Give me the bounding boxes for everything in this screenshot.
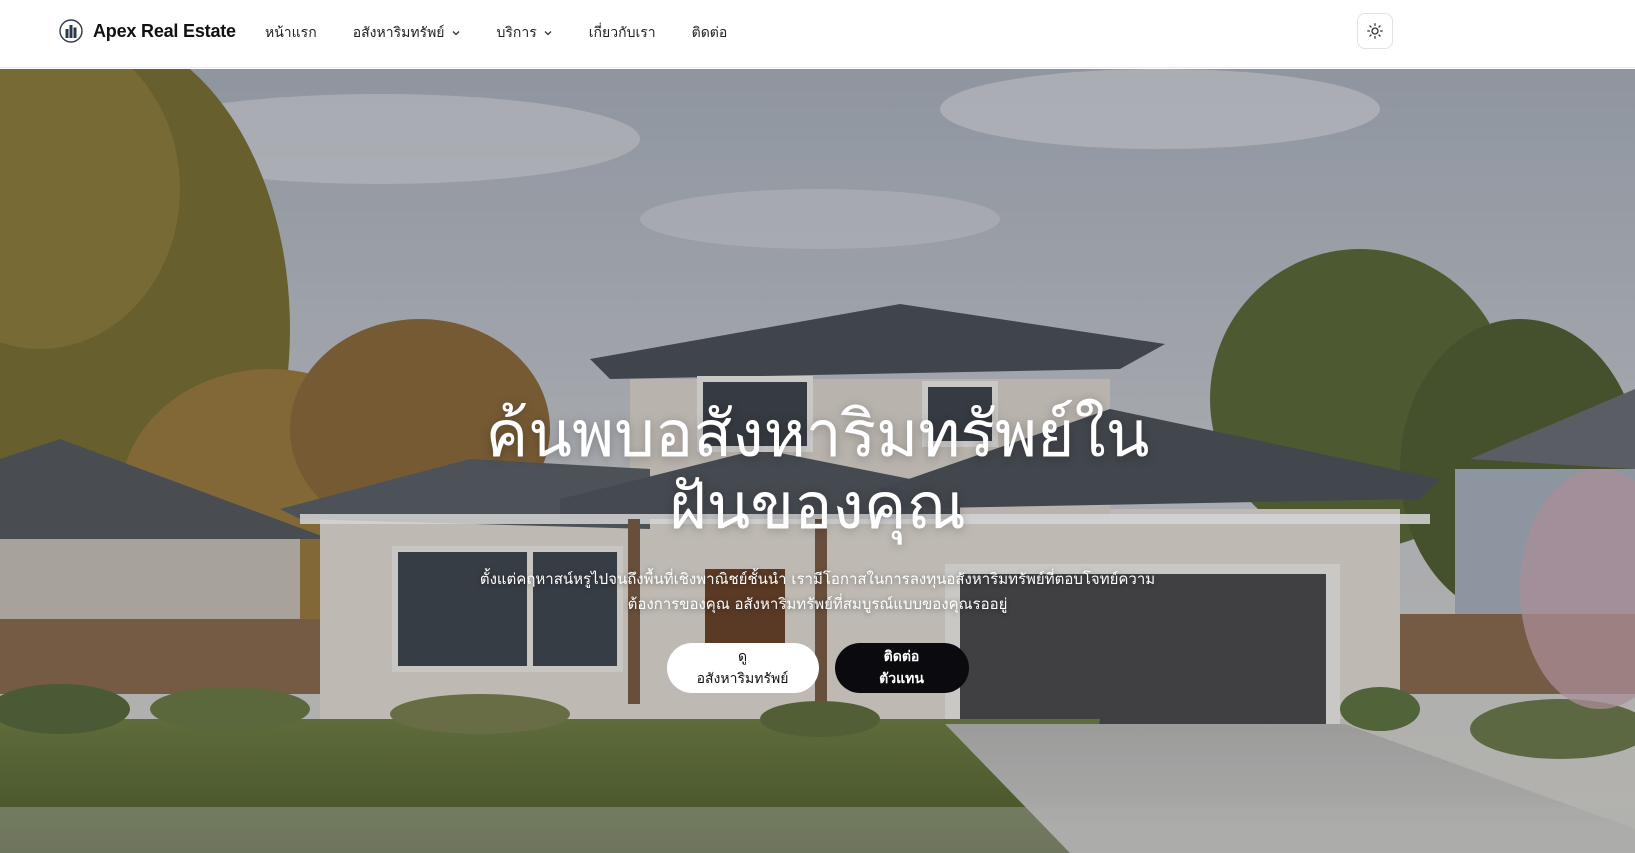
contact-agent-button[interactable]: ติดต่อตัวแทน bbox=[834, 643, 969, 693]
nav-item-home[interactable]: หน้าแรก bbox=[265, 22, 317, 44]
hero-title-line2: ฝันของคุณ bbox=[669, 470, 966, 544]
nav-item-label: เกี่ยวกับเรา bbox=[588, 25, 656, 41]
hero-title-line1: ค้นพบอสังหาริมทรัพย์ใน bbox=[485, 398, 1150, 472]
view-properties-button[interactable]: ดูอสังหาริมทรัพย์ bbox=[666, 643, 819, 693]
nav-item-label: ติดต่อ bbox=[691, 25, 728, 41]
hero-content: ค้นพบอสังหาริมทรัพย์ใน ฝันของคุณ ตั้งแต่… bbox=[0, 399, 1635, 693]
top-navbar: Apex Real Estate หน้าแรก อสังหาริมทรัพย์… bbox=[0, 0, 1635, 68]
nav-item-properties[interactable]: อสังหาริมทรัพย์ bbox=[353, 22, 461, 44]
main-nav: หน้าแรก อสังหาริมทรัพย์ บริการ เกี่ยวกับ… bbox=[265, 22, 763, 44]
nav-item-about[interactable]: เกี่ยวกับเรา bbox=[589, 22, 656, 44]
hero-actions: ดูอสังหาริมทรัพย์ ติดต่อตัวแทน bbox=[0, 643, 1635, 693]
sun-icon bbox=[1367, 23, 1383, 39]
theme-toggle-button[interactable] bbox=[1357, 13, 1393, 49]
brand-name: Apex Real Estate bbox=[93, 20, 236, 41]
brand-link[interactable]: Apex Real Estate bbox=[59, 19, 236, 43]
nav-item-contact[interactable]: ติดต่อ bbox=[692, 22, 728, 44]
nav-item-services[interactable]: บริการ bbox=[497, 22, 553, 44]
nav-item-label: อสังหาริมทรัพย์ bbox=[352, 25, 445, 41]
hero-subtitle: ตั้งแต่คฤหาสน์หรูไปจนถึงพื้นที่เชิงพาณิช… bbox=[478, 567, 1158, 617]
chevron-down-icon bbox=[452, 31, 459, 36]
hero-title: ค้นพบอสังหาริมทรัพย์ใน ฝันของคุณ bbox=[458, 399, 1178, 543]
hero-section: ค้นพบอสังหาริมทรัพย์ใน ฝันของคุณ ตั้งแต่… bbox=[0, 69, 1635, 853]
chevron-down-icon bbox=[544, 31, 552, 36]
hero-subtitle-line1: ตั้งแต่คฤหาสน์หรูไปจนถึงพื้นที่เชิงพาณิช… bbox=[479, 570, 1156, 588]
nav-item-label: บริการ bbox=[496, 25, 537, 41]
building-logo-icon bbox=[59, 19, 83, 43]
nav-item-label: หน้าแรก bbox=[265, 25, 317, 41]
hero-subtitle-line2: ต้องการของคุณ อสังหาริมทรัพย์ที่สมบูรณ์แ… bbox=[627, 595, 1008, 613]
